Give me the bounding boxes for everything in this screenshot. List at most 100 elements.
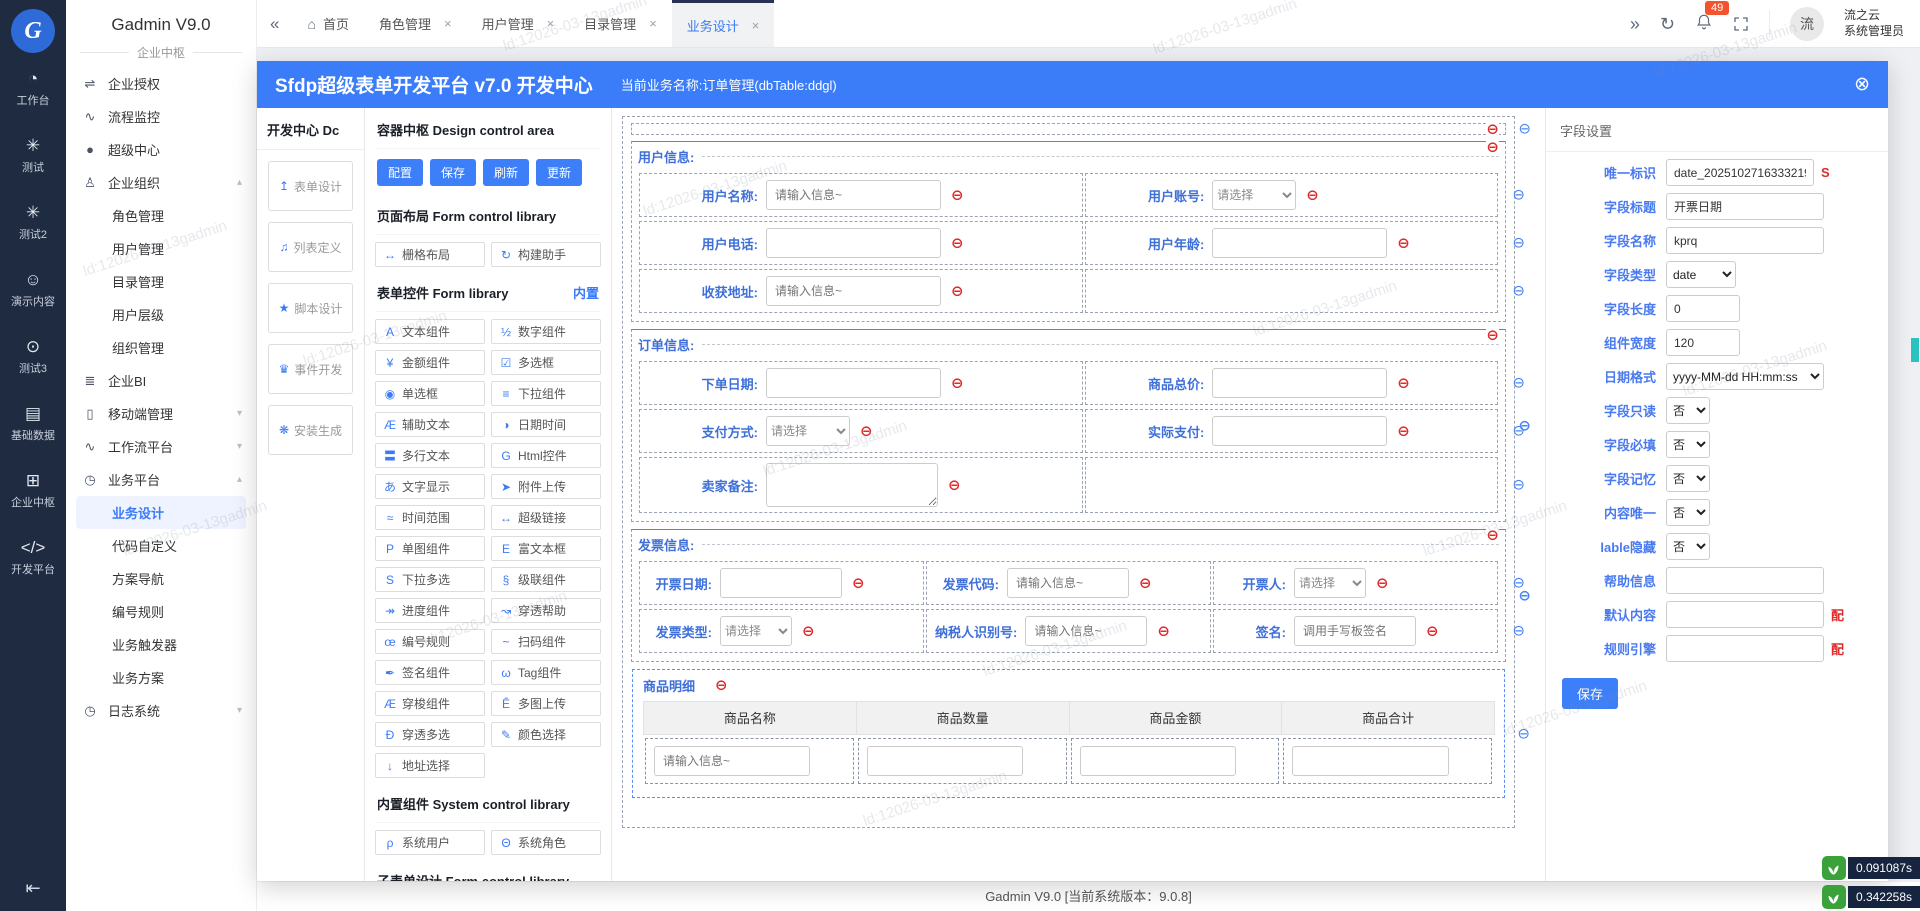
- tabs-scroll-right-icon[interactable]: »: [1630, 15, 1640, 33]
- rail-item[interactable]: ⊞ 企业中枢: [0, 459, 66, 526]
- label-hidden-select[interactable]: 否: [1666, 533, 1710, 560]
- form-control-button[interactable]: G Html控件: [491, 443, 601, 468]
- remove-field-icon[interactable]: ⊖: [1306, 188, 1319, 203]
- avatar[interactable]: 流: [1789, 6, 1824, 41]
- form-control-button[interactable]: Æ 辅助文本: [375, 412, 485, 437]
- form-field[interactable]: 用户电话: ⊖: [639, 221, 1084, 265]
- sidebar-item[interactable]: 组织管理: [66, 331, 256, 364]
- form-control-button[interactable]: ➤ 附件上传: [491, 474, 601, 499]
- design-action-button[interactable]: 保存: [430, 159, 477, 186]
- form-control-button[interactable]: ½ 数字组件: [491, 319, 601, 344]
- tab-home[interactable]: ⌂ 首页: [292, 0, 363, 47]
- rail-item[interactable]: ⊙ 测试3: [0, 325, 66, 392]
- empty-grid-row[interactable]: ⊖ ⊖: [631, 122, 1531, 137]
- field-title-input[interactable]: [1666, 193, 1824, 220]
- remove-row-icon[interactable]: ⊖: [1512, 624, 1525, 639]
- tabs-scroll-left-icon[interactable]: «: [257, 14, 292, 34]
- builtin-tag[interactable]: 内置: [573, 283, 599, 302]
- sidebar-item[interactable]: 代码自定义: [66, 529, 256, 562]
- fullscreen-icon[interactable]: [1733, 16, 1749, 32]
- sidebar-item[interactable]: ◷ 日志系统 ▾: [66, 694, 256, 727]
- sidebar-item[interactable]: ⇌ 企业授权: [66, 67, 256, 100]
- form-control-button[interactable]: ω Tag组件: [491, 660, 601, 685]
- remove-field-icon[interactable]: ⊖: [1397, 236, 1410, 251]
- dev-center-button[interactable]: ♛ 事件开发: [268, 344, 353, 394]
- form-field[interactable]: 收获地址: ⊖: [639, 269, 1084, 313]
- field-input[interactable]: [1212, 368, 1388, 398]
- form-control-button[interactable]: ✎ 颜色选择: [491, 722, 601, 747]
- form-control-button[interactable]: ≈ 时间范围: [375, 505, 485, 530]
- rail-item[interactable]: </> 开发平台: [0, 526, 66, 593]
- tab-close-icon[interactable]: ×: [752, 18, 760, 33]
- field-select[interactable]: 请选择: [766, 416, 850, 446]
- form-control-button[interactable]: Ê 多图上传: [491, 691, 601, 716]
- tab-role-management[interactable]: 角色管理 ×: [364, 0, 467, 47]
- sidebar-item[interactable]: ♙ 企业组织 ▴: [66, 166, 256, 199]
- form-control-button[interactable]: Æ 穿梭组件: [375, 691, 485, 716]
- form-control-button[interactable]: ↠ 进度组件: [375, 598, 485, 623]
- sidebar-item[interactable]: ● 超级中心: [66, 133, 256, 166]
- remove-row-icon[interactable]: ⊖: [1512, 284, 1525, 299]
- sidebar-item[interactable]: 业务设计: [76, 496, 246, 529]
- subtable-input[interactable]: [654, 746, 811, 776]
- layout-control-button[interactable]: ↔ 栅格布局: [375, 242, 485, 267]
- field-select[interactable]: 请选择: [1294, 568, 1366, 598]
- sidebar-collapse-icon[interactable]: ⇤: [0, 878, 66, 899]
- form-field[interactable]: 用户年龄: ⊖: [1085, 221, 1498, 265]
- rail-item[interactable]: ✳ 测试: [0, 124, 66, 191]
- field-input[interactable]: [1294, 616, 1416, 646]
- rail-item[interactable]: ▤ 基础数据: [0, 392, 66, 459]
- rule-engine-input[interactable]: [1666, 635, 1824, 662]
- subtable-cell[interactable]: [857, 738, 1067, 784]
- sidebar-item[interactable]: 目录管理: [66, 265, 256, 298]
- layout-control-button[interactable]: ↻ 构建助手: [491, 242, 601, 267]
- user-menu[interactable]: 流之云 系统管理员: [1844, 8, 1904, 39]
- form-control-button[interactable]: ~ 扫码组件: [491, 629, 601, 654]
- field-input[interactable]: [1212, 228, 1388, 258]
- design-action-button[interactable]: 更新: [536, 159, 583, 186]
- rail-item[interactable]: ◔ 工作台: [0, 57, 66, 124]
- remove-section-icon[interactable]: ⊖: [1486, 140, 1499, 155]
- readonly-select[interactable]: 否: [1666, 397, 1710, 424]
- system-control-button[interactable]: ρ 系统用户: [375, 830, 485, 855]
- tab-business-design[interactable]: 业务设计 ×: [671, 0, 775, 47]
- field-name-input[interactable]: [1666, 227, 1824, 254]
- remove-field-icon[interactable]: ⊖: [1397, 376, 1410, 391]
- notifications-button[interactable]: 49: [1695, 1, 1730, 34]
- sidebar-item[interactable]: ∿ 工作流平台 ▾: [66, 430, 256, 463]
- component-width-input[interactable]: [1666, 329, 1740, 356]
- sidebar-item[interactable]: 编号规则: [66, 595, 256, 628]
- form-control-button[interactable]: ✒ 签名组件: [375, 660, 485, 685]
- sidebar-item[interactable]: 方案导航: [66, 562, 256, 595]
- sidebar-item[interactable]: ◷ 业务平台 ▴: [66, 463, 256, 496]
- sync-flag[interactable]: S: [1821, 165, 1830, 180]
- remove-row-icon[interactable]: ⊖: [1512, 236, 1525, 251]
- form-control-button[interactable]: E 富文本框: [491, 536, 601, 561]
- form-control-button[interactable]: ◉ 单选框: [375, 381, 485, 406]
- remove-row-icon[interactable]: ⊖: [1518, 122, 1531, 137]
- sidebar-item[interactable]: 角色管理: [66, 199, 256, 232]
- unique-id-input[interactable]: [1666, 159, 1814, 186]
- design-action-button[interactable]: 刷新: [483, 159, 530, 186]
- remove-row-icon[interactable]: ⊖: [1517, 726, 1530, 741]
- remove-field-icon[interactable]: ⊖: [1157, 624, 1170, 639]
- default-content-input[interactable]: [1666, 601, 1824, 628]
- form-field[interactable]: 发票代码: ⊖: [926, 561, 1211, 605]
- subtable-input[interactable]: [1292, 746, 1449, 776]
- remove-row-icon[interactable]: ⊖: [1512, 424, 1525, 439]
- field-textarea[interactable]: [766, 463, 938, 507]
- remove-row-icon[interactable]: ⊖: [1512, 188, 1525, 203]
- form-field[interactable]: 开票日期: ⊖: [639, 561, 924, 605]
- subtable-cell[interactable]: [1283, 738, 1492, 784]
- form-field[interactable]: 下单日期: ⊖: [639, 361, 1084, 405]
- field-input[interactable]: [766, 368, 941, 398]
- field-type-select[interactable]: date: [1666, 261, 1736, 288]
- field-input[interactable]: [1025, 616, 1148, 646]
- remove-field-icon[interactable]: ⊖: [802, 624, 815, 639]
- sidebar-item[interactable]: 用户层级: [66, 298, 256, 331]
- form-control-button[interactable]: ↝ 穿透帮助: [491, 598, 601, 623]
- sidebar-item[interactable]: ▯ 移动端管理 ▾: [66, 397, 256, 430]
- form-control-button[interactable]: ↓ 地址选择: [375, 753, 485, 778]
- form-control-button[interactable]: œ 编号规则: [375, 629, 485, 654]
- form-control-button[interactable]: ◑ 日期时间: [491, 412, 601, 437]
